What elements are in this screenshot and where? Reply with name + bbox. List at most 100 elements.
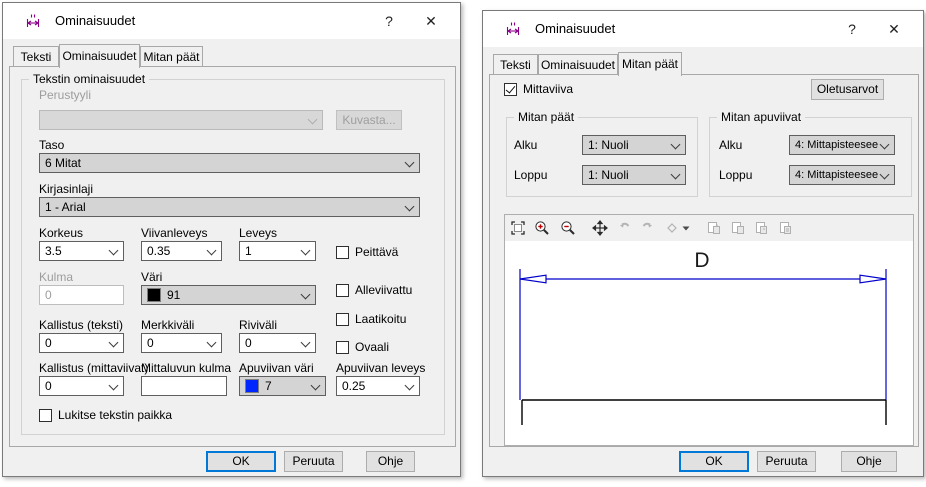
lukitse-tekstin-paikka-checkbox[interactable]: Lukitse tekstin paikka [39, 408, 172, 422]
checkbox-box [336, 313, 349, 326]
mittaluvun-kulma-input[interactable] [141, 376, 227, 396]
tab-ominaisuudet[interactable]: Ominaisuudet [538, 54, 618, 75]
tab-ominaisuudet[interactable]: Ominaisuudet [59, 44, 140, 68]
kallistus-teksti-label: Kallistus (teksti) [39, 318, 123, 332]
vari-combo[interactable]: 91 [141, 285, 316, 305]
peittava-checkbox[interactable]: Peittävä [336, 245, 398, 259]
pan-icon[interactable] [592, 220, 608, 236]
apuviivan-vari-label: Apuviivan väri [239, 361, 314, 375]
help-footer-button[interactable]: Ohje [366, 451, 415, 472]
mittaviiva-checkbox[interactable]: Mittaviiva [504, 82, 573, 96]
chevron-down-icon [301, 290, 311, 300]
kallistus-teksti-combo[interactable]: 0 [39, 333, 124, 353]
oletusarvot-button[interactable]: Oletusarvot [811, 79, 884, 100]
dropdown-arrow-icon[interactable] [681, 220, 691, 236]
rivivali-combo[interactable]: 0 [239, 333, 316, 353]
apuviivan-vari-value: 7 [265, 379, 272, 393]
tab-teksti[interactable]: Teksti [493, 54, 538, 75]
dimension-preview-drawing: D [505, 241, 913, 445]
apu-loppu-value: 4: Mittapisteesee [795, 169, 878, 181]
paat-alku-label: Alku [514, 138, 537, 152]
kirjasinlaji-value: 1 - Arial [45, 200, 86, 214]
chevron-down-icon [405, 158, 415, 168]
tab-mitan-paat[interactable]: Mitan päät [140, 46, 203, 67]
chevron-down-icon [109, 246, 119, 256]
taso-combo[interactable]: 6 Mitat [39, 153, 420, 173]
laatikoitu-label: Laatikoitu [355, 312, 406, 326]
zoom-in-icon[interactable] [534, 220, 550, 236]
viivanleveys-label: Viivanleveys [141, 226, 207, 240]
chevron-down-icon [311, 381, 321, 391]
viivanleveys-value: 0.35 [147, 244, 170, 258]
preview-toolbar [505, 215, 913, 241]
titlebar[interactable]: Ominaisuudet ? ✕ [483, 11, 923, 47]
close-button[interactable]: ✕ [877, 11, 911, 47]
help-footer-button[interactable]: Ohje [841, 451, 897, 472]
apu-alku-value: 4: Mittapisteesee [795, 139, 878, 151]
chevron-down-icon [671, 170, 681, 180]
cancel-button[interactable]: Peruuta [284, 451, 343, 472]
chevron-down-icon [301, 338, 311, 348]
lukitse-label: Lukitse tekstin paikka [58, 408, 172, 422]
leveys-value: 1 [245, 244, 252, 258]
paat-alku-combo[interactable]: 1: Nuoli [582, 135, 686, 155]
center-mark-icon[interactable] [666, 220, 678, 236]
viivanleveys-combo[interactable]: 0.35 [141, 241, 222, 261]
peittava-label: Peittävä [355, 245, 398, 259]
zoom-out-icon[interactable] [560, 220, 576, 236]
color-swatch [245, 379, 259, 393]
cancel-button[interactable]: Peruuta [757, 451, 816, 472]
kallistus-mittaviivat-combo[interactable]: 0 [39, 376, 124, 396]
undo-icon[interactable] [616, 220, 632, 236]
korkeus-combo[interactable]: 3.5 [39, 241, 124, 261]
apuviivan-leveys-combo[interactable]: 0.25 [336, 376, 420, 396]
leveys-combo[interactable]: 1 [239, 241, 316, 261]
titlebar[interactable]: Ominaisuudet ? ✕ [3, 3, 460, 39]
clipboard-icon-a[interactable] [706, 220, 722, 236]
alleviivattu-checkbox[interactable]: Alleviivattu [336, 283, 412, 297]
ok-button[interactable]: OK [206, 451, 276, 472]
dimension-lines [520, 269, 886, 400]
paat-loppu-combo[interactable]: 1: Nuoli [582, 165, 686, 185]
kuvasta-button: Kuvasta... [336, 110, 402, 130]
checkbox-box [39, 409, 52, 422]
vari-value: 91 [167, 288, 180, 302]
kirjasinlaji-combo[interactable]: 1 - Arial [39, 197, 420, 217]
taso-value: 6 Mitat [45, 156, 81, 170]
korkeus-value: 3.5 [45, 244, 62, 258]
tab-teksti[interactable]: Teksti [13, 46, 59, 67]
kallistus-mittaviivat-value: 0 [45, 379, 52, 393]
properties-dialog-left: Ominaisuudet ? ✕ Teksti Ominaisuudet Mit… [2, 2, 461, 477]
help-button[interactable]: ? [372, 3, 406, 39]
apu-alku-label: Alku [719, 138, 742, 152]
zoom-extents-icon[interactable] [510, 220, 526, 236]
clipboard-icon-c[interactable] [754, 220, 770, 236]
close-button[interactable]: ✕ [414, 3, 448, 39]
apu-alku-combo[interactable]: 4: Mittapisteesee [789, 135, 895, 155]
mitan-paat-group-title: Mitan päät [514, 110, 578, 124]
rivivali-value: 0 [245, 336, 252, 350]
merkkivali-combo[interactable]: 0 [141, 333, 222, 353]
chevron-down-icon [308, 115, 318, 125]
laatikoitu-checkbox[interactable]: Laatikoitu [336, 312, 406, 326]
apu-loppu-combo[interactable]: 4: Mittapisteesee [789, 165, 895, 185]
mitan-apuviivat-group [709, 117, 912, 197]
tab-mitan-paat[interactable]: Mitan päät [618, 52, 682, 76]
checkbox-box [336, 341, 349, 354]
merkkivali-label: Merkkiväli [141, 318, 194, 332]
chevron-down-icon [880, 140, 890, 150]
help-button[interactable]: ? [835, 11, 869, 47]
apuviivan-vari-combo[interactable]: 7 [239, 376, 326, 396]
kulma-label: Kulma [39, 270, 73, 284]
clipboard-icon-d[interactable] [778, 220, 794, 236]
dialog-title: Ominaisuudet [535, 21, 615, 36]
dimension-app-icon [505, 21, 521, 37]
properties-dialog-right: Ominaisuudet ? ✕ Teksti Ominaisuudet Mit… [482, 10, 924, 477]
apuviivan-leveys-value: 0.25 [342, 379, 365, 393]
mittaviiva-label: Mittaviiva [523, 82, 573, 96]
dialog-title: Ominaisuudet [55, 13, 135, 28]
ok-button[interactable]: OK [679, 451, 749, 472]
ovaali-checkbox[interactable]: Ovaali [336, 340, 389, 354]
clipboard-icon-b[interactable] [730, 220, 746, 236]
redo-icon[interactable] [640, 220, 656, 236]
